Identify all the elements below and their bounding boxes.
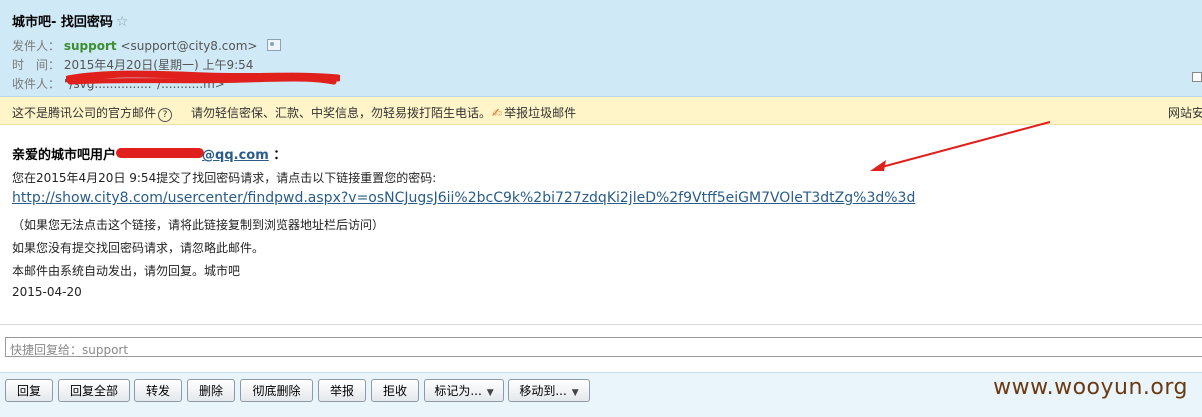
reply-all-button[interactable]: 回复全部 <box>58 379 130 402</box>
time-label: 时 间： <box>12 58 61 72</box>
watermark: www.wooyun.org <box>993 375 1188 400</box>
redaction-mark <box>116 148 205 158</box>
delete-permanently-button[interactable]: 彻底删除 <box>240 379 313 402</box>
report-spam-label: 举报垃圾邮件 <box>504 106 577 120</box>
forward-button[interactable]: 转发 <box>134 379 182 402</box>
report-button[interactable]: 举报 <box>318 379 366 402</box>
sender-name[interactable]: support <box>64 39 117 53</box>
chevron-down-icon: ▼ <box>571 388 579 398</box>
annotation-arrow <box>870 121 1051 171</box>
auto-sent-notice: 本邮件由系统自动发出，请勿回复。城市吧 <box>12 264 241 278</box>
reject-button[interactable]: 拒收 <box>371 379 419 402</box>
reply-button[interactable]: 回复 <box>5 379 53 402</box>
quick-reply-input[interactable]: 快捷回复给：support <box>5 337 1202 357</box>
copy-link-hint: （如果您无法点击这个链接，请将此链接复制到浏览器地址栏后访问） <box>12 218 385 232</box>
mail-date: 2015-04-20 <box>12 285 82 299</box>
reset-password-link[interactable]: http://show.city8.com/usercenter/findpwd… <box>12 190 915 206</box>
redaction-scribble <box>66 70 340 85</box>
greeting: 亲爱的城市吧用户 @qq.com ： <box>12 144 286 163</box>
greeting-email[interactable]: @qq.com <box>202 148 269 163</box>
chevron-down-icon: ▼ <box>486 388 494 398</box>
report-icon: ✍ <box>492 106 503 120</box>
website-security-link[interactable]: 网站安 <box>1168 104 1202 121</box>
move-to-label: 移动到... <box>519 384 567 398</box>
reset-request-text: 您在2015年4月20日 9:54提交了找回密码请求，请点击以下链接重置您的密码… <box>12 171 437 185</box>
help-icon[interactable]: ? <box>158 108 173 122</box>
delete-button[interactable]: 删除 <box>187 379 235 402</box>
mail-header: 城市吧- 找回密码 ☆ 发件人： support <support@city8.c… <box>0 0 1202 97</box>
sender-row: 发件人： support <support@city8.com> <box>12 37 282 54</box>
mail-subject: 城市吧- 找回密码 ☆ <box>12 11 128 30</box>
star-icon[interactable]: ☆ <box>116 14 129 30</box>
contact-card-icon[interactable] <box>267 39 282 51</box>
report-spam-link[interactable]: ✍ 举报垃圾邮件 <box>492 104 576 121</box>
subject-text: 城市吧- 找回密码 <box>12 15 113 30</box>
not-official-notice: 这不是腾讯公司的官方邮件? <box>12 104 174 122</box>
greeting-suffix: ： <box>273 148 287 163</box>
mark-as-label: 标记为... <box>434 384 482 398</box>
greeting-prefix: 亲爱的城市吧用户 <box>12 148 117 163</box>
recipient-label: 收件人： <box>12 77 61 91</box>
mark-as-dropdown[interactable]: 标记为... ▼ <box>424 379 504 402</box>
sender-label: 发件人： <box>12 39 61 53</box>
not-official-text: 这不是腾讯公司的官方邮件 <box>12 106 157 120</box>
divider <box>0 324 1202 325</box>
sender-email[interactable]: <support@city8.com> <box>120 39 257 53</box>
safety-tip: 请勿轻信密保、汇款、中奖信息，勿轻易拨打陌生电话。 <box>191 106 492 120</box>
select-checkbox[interactable] <box>1192 72 1202 82</box>
ignore-notice: 如果您没有提交找回密码请求，请忽略此邮件。 <box>12 241 265 255</box>
move-to-dropdown[interactable]: 移动到... ▼ <box>508 379 590 402</box>
